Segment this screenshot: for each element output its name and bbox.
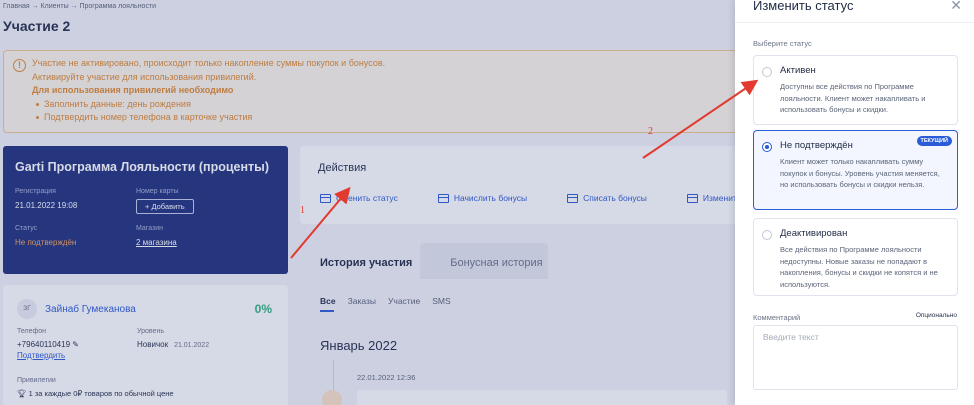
spend-bonus-action[interactable]: Списать бонусы <box>567 193 647 203</box>
change-level-action[interactable]: Изменить ур <box>686 193 735 203</box>
client-card: ЗГ Зайнаб Гумеканова 0% Телефон +7964011… <box>3 285 288 405</box>
avatar: ЗГ <box>17 299 37 319</box>
card-icon <box>320 193 331 203</box>
program-card: Garti Программа Лояльности (проценты) Ре… <box>3 146 288 274</box>
tab-participation-history[interactable]: История участия <box>320 255 412 271</box>
phone-label: Телефон <box>17 328 47 335</box>
status-option-deactivated[interactable]: Деактивирован Все действия по Программе … <box>753 218 958 296</box>
change-level-label: Изменить ур <box>702 193 735 203</box>
program-title: Garti Программа Лояльности (проценты) <box>15 160 269 174</box>
mail-icon <box>322 390 342 405</box>
subtab-underline <box>320 310 334 312</box>
current-badge: ТЕКУЩИЙ <box>916 136 952 146</box>
add-card-button[interactable]: + Добавить <box>136 199 194 214</box>
status-label: Статус <box>15 225 38 232</box>
subtab-all[interactable]: Все <box>320 296 336 306</box>
radio-unconfirmed[interactable] <box>762 142 772 152</box>
card-icon <box>437 193 449 203</box>
alert-line-1: Участие не активировано, происходит толь… <box>32 58 386 68</box>
privilege-item: 1 за каждые 0₽ товаров по обычной цене <box>28 389 174 398</box>
status-option-unconfirmed[interactable]: ТЕКУЩИЙ Не подтверждён Клиент может толь… <box>753 130 958 210</box>
spend-bonus-label: Списать бонусы <box>583 193 647 203</box>
card-icon <box>567 193 579 203</box>
store-label: Магазин <box>136 225 164 232</box>
optional-label: Опционально <box>915 312 957 319</box>
level-label: Уровень <box>137 328 164 335</box>
option-desc-deactivated: Все действия по Программе лояльности нед… <box>780 245 938 289</box>
card-number-label: Номер карты <box>136 188 179 195</box>
page-title: Участие 2 <box>3 18 71 34</box>
subtab-orders[interactable]: Заказы <box>348 296 376 306</box>
annotation-label-2: 2 <box>648 126 653 137</box>
client-percent: 0% <box>254 302 272 316</box>
tab-bonus-history[interactable]: Бонусная история <box>450 255 542 271</box>
registration-value: 21.01.2022 19:08 <box>15 201 78 210</box>
background-page: Главная → Клиенты → Программа лояльности… <box>0 0 735 405</box>
option-desc-active: Доступны все действия по Программе лояль… <box>780 82 926 114</box>
comment-input[interactable] <box>753 325 958 390</box>
radio-active[interactable] <box>762 67 772 77</box>
change-status-label: Сменить статус <box>336 193 398 203</box>
comment-label: Комментарий <box>753 313 801 322</box>
annotation-label-1: 1 <box>300 205 305 216</box>
change-status-drawer: Изменить статус ✕ Выберите статус Активе… <box>735 0 974 405</box>
radio-deactivated[interactable] <box>762 230 772 240</box>
option-desc-unconfirmed: Клиент может только накапливать сумму по… <box>780 157 940 189</box>
alert-line-3: Для использования привилегий необходимо <box>32 85 234 95</box>
divider <box>735 22 974 23</box>
level-date: 21.01.2022 <box>174 342 210 349</box>
privileges-label: Привилегии <box>17 377 56 384</box>
option-title-deactivated: Деактивирован <box>780 228 848 239</box>
actions-card: Действия Сменить статус Начислить бонусы… <box>300 146 735 224</box>
subtab-participation[interactable]: Участие <box>388 296 420 306</box>
warning-alert: ! Участие не активировано, происходит то… <box>3 50 735 133</box>
store-link[interactable]: 2 магазина <box>136 238 177 247</box>
alert-item-birthday: Заполнить данные: день рождения <box>36 98 735 112</box>
pencil-icon[interactable]: ✎ <box>72 340 79 349</box>
add-bonus-action[interactable]: Начислить бонусы <box>437 193 528 203</box>
month-heading: Январь 2022 <box>320 338 398 353</box>
subtab-sms[interactable]: SMS <box>432 296 450 306</box>
trophy-icon: 🏆︎ <box>17 389 29 398</box>
level-value: Новичок <box>137 340 169 349</box>
client-name-link[interactable]: Зайнаб Гумеканова <box>45 304 136 315</box>
alert-line-2: Активируйте участие для использования пр… <box>32 71 257 82</box>
alert-item-phone: Подтвердить номер телефона в карточке уч… <box>36 111 735 125</box>
status-option-active[interactable]: Активен Доступны все действия по Програм… <box>753 55 958 125</box>
status-value: Не подтверждён <box>15 238 77 247</box>
choose-status-label: Выберите статус <box>753 39 812 48</box>
close-icon[interactable]: ✕ <box>950 0 962 14</box>
phone-value: +79640110419 <box>17 340 71 349</box>
registration-label: Регистрация <box>15 188 56 195</box>
confirm-phone-link[interactable]: Подтвердить <box>17 351 79 360</box>
drawer-title: Изменить статус <box>753 0 854 13</box>
option-title-active: Активен <box>780 65 816 76</box>
chart-icon <box>686 193 698 203</box>
breadcrumb[interactable]: Главная → Клиенты → Программа лояльности <box>3 3 156 10</box>
warning-icon: ! <box>13 59 26 72</box>
history-entry <box>357 390 727 405</box>
history-date: 22.01.2022 12:36 <box>357 373 416 382</box>
change-status-action[interactable]: Сменить статус <box>320 193 398 203</box>
actions-title: Действия <box>318 162 367 174</box>
add-bonus-label: Начислить бонусы <box>453 193 528 203</box>
